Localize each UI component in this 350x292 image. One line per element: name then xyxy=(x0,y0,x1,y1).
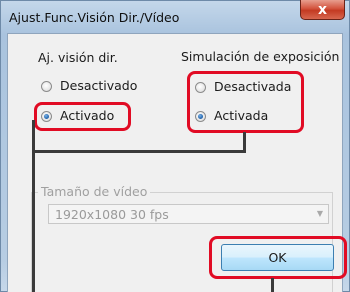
highlight-exposure-sim xyxy=(187,71,304,133)
video-size-dropdown[interactable]: 1920x1080 30 fps ▼ xyxy=(48,204,329,224)
chevron-down-icon: ▼ xyxy=(316,209,323,218)
close-button[interactable]: x xyxy=(300,0,345,20)
live-view-off-radio[interactable] xyxy=(41,81,52,92)
exposure-sim-label: Simulación de exposición xyxy=(181,49,340,64)
connector-line-left xyxy=(32,120,35,292)
connector-line-ok xyxy=(271,278,274,292)
connector-line-exposure xyxy=(243,132,246,153)
connector-line-horizontal xyxy=(32,150,246,153)
video-size-value: 1920x1080 30 fps xyxy=(55,207,169,222)
window-title: Ajust.Func.Visión Dir./Vídeo xyxy=(9,10,180,25)
title-bar[interactable]: Ajust.Func.Visión Dir./Vídeo x xyxy=(1,0,349,35)
live-view-off-label: Desactivado xyxy=(60,78,138,93)
close-icon: x xyxy=(317,2,328,18)
highlight-ok-button xyxy=(209,236,347,279)
video-size-label: Tamaño de vídeo xyxy=(38,184,151,199)
live-view-label: Aj. visión dir. xyxy=(38,50,118,65)
highlight-live-view-on xyxy=(34,102,131,131)
live-view-off-option[interactable]: Desactivado xyxy=(40,77,160,95)
